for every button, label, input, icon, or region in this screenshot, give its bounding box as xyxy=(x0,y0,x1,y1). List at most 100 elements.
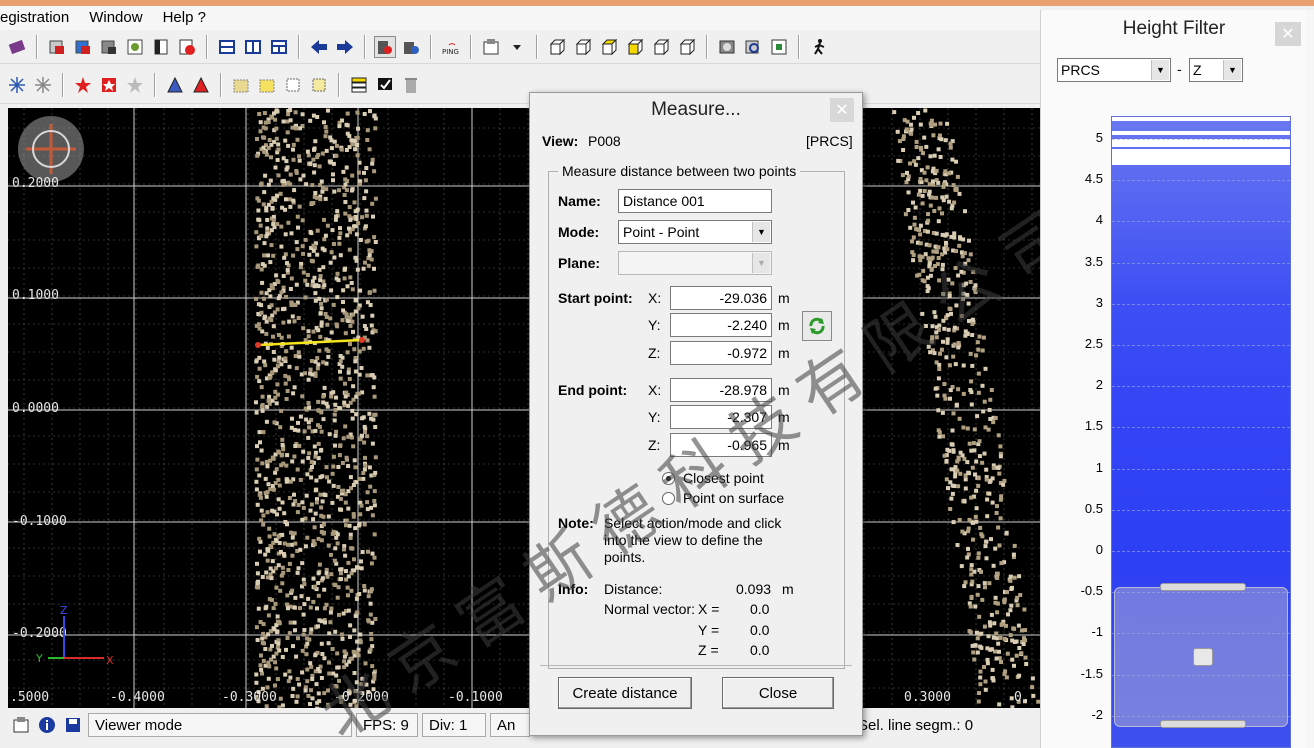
cloud-box-icon[interactable] xyxy=(308,74,330,96)
axis-select[interactable]: Z ▼ xyxy=(1189,58,1243,82)
axis-gizmo-icon: Z X Y xyxy=(34,602,114,672)
walk-mode-icon[interactable] xyxy=(808,36,830,58)
x-tick-label: 0. xyxy=(1014,690,1030,705)
capture-icon[interactable] xyxy=(374,35,396,58)
toolbar-separator xyxy=(430,34,432,59)
create-distance-button[interactable]: Create distance xyxy=(558,677,692,709)
arrow-left-icon[interactable] xyxy=(308,36,330,58)
view-cube-right-icon[interactable] xyxy=(676,36,698,58)
marker-edit-icon[interactable] xyxy=(98,74,120,96)
viewport-canvas[interactable] xyxy=(8,108,1040,708)
cloud-select-icon[interactable] xyxy=(230,74,252,96)
arrow-right-icon[interactable] xyxy=(334,36,356,58)
surface-point-radio[interactable] xyxy=(662,492,675,505)
save-icon[interactable] xyxy=(62,714,84,736)
close-icon[interactable]: ✕ xyxy=(1275,22,1301,46)
height-gap xyxy=(1112,149,1290,165)
start-y-label: Y: xyxy=(648,317,661,333)
marker-add-icon[interactable] xyxy=(72,74,94,96)
height-grid-line xyxy=(1112,303,1290,305)
fit-view-icon[interactable] xyxy=(768,36,790,58)
cloud-filter-icon[interactable] xyxy=(256,74,278,96)
toolbar-separator xyxy=(154,72,156,97)
coord-system-select[interactable]: PRCS ▼ xyxy=(1057,58,1171,82)
start-y-input[interactable]: -2.240 xyxy=(670,313,772,337)
name-input[interactable]: Distance 001 xyxy=(618,189,772,213)
normal-z-value: 0.0 xyxy=(750,642,770,658)
svg-text:Y: Y xyxy=(35,652,43,665)
chevron-down-icon[interactable]: ▼ xyxy=(1151,60,1169,80)
note-label: Note: xyxy=(558,515,594,531)
zoom-view-icon[interactable] xyxy=(742,36,764,58)
point-cloud-viewport[interactable]: 0.2000 0.1000 0.0000 -0.1000 -0.2000 .50… xyxy=(8,108,1040,708)
book-icon[interactable] xyxy=(6,36,28,58)
scan-import-icon[interactable] xyxy=(72,36,94,58)
report-icon[interactable] xyxy=(176,36,198,58)
marker-remove-icon[interactable] xyxy=(124,74,146,96)
scan-export-icon[interactable] xyxy=(98,36,120,58)
layers-icon[interactable] xyxy=(348,74,370,96)
sphere-view-icon[interactable] xyxy=(716,36,738,58)
menu-help[interactable]: Help ? xyxy=(153,6,216,30)
start-x-input[interactable]: -29.036 xyxy=(670,286,772,310)
layout-rows-icon[interactable] xyxy=(216,36,238,58)
x-tick-label: .5000 xyxy=(10,690,50,705)
mode-select-value: Point - Point xyxy=(623,224,700,240)
close-icon[interactable]: ✕ xyxy=(830,98,854,122)
pick-point-icon[interactable] xyxy=(6,74,28,96)
properties-icon[interactable] xyxy=(480,36,502,58)
status-properties-icon[interactable] xyxy=(10,714,32,736)
height-histogram[interactable] xyxy=(1111,116,1291,748)
main-toolbar: PING xyxy=(0,30,1040,64)
start-z-input[interactable]: -0.972 xyxy=(670,341,772,365)
triangle-red-icon[interactable] xyxy=(190,74,212,96)
trash-icon[interactable] xyxy=(400,74,422,96)
pick-multi-icon[interactable] xyxy=(32,74,54,96)
image-icon[interactable] xyxy=(124,36,146,58)
range-top-handle[interactable] xyxy=(1160,583,1246,591)
view-cube-left-icon[interactable] xyxy=(650,36,672,58)
camera-settings-icon[interactable] xyxy=(400,36,422,58)
end-y-input[interactable]: -2.307 xyxy=(670,405,772,429)
range-bottom-handle[interactable] xyxy=(1160,720,1246,728)
height-grid-line xyxy=(1112,345,1290,346)
close-button[interactable]: Close xyxy=(722,677,834,709)
layout-cols-icon[interactable] xyxy=(242,36,264,58)
closest-point-radio[interactable] xyxy=(662,472,675,485)
layout-split-icon[interactable] xyxy=(268,36,290,58)
range-move-handle[interactable] xyxy=(1193,648,1213,666)
plane-select[interactable]: ▼ xyxy=(618,251,772,275)
end-z-input[interactable]: -0.965 xyxy=(670,433,772,457)
chevron-down-icon[interactable]: ▼ xyxy=(752,222,770,242)
menu-registration[interactable]: egistration xyxy=(0,6,79,30)
document-icon[interactable] xyxy=(150,36,172,58)
dropdown-arrow-icon[interactable] xyxy=(506,36,528,58)
height-gap xyxy=(1112,139,1290,147)
triangle-blue-icon[interactable] xyxy=(164,74,186,96)
note-text: Select action/mode and click xyxy=(604,515,782,531)
toolbar-separator xyxy=(36,34,38,59)
height-range-selector[interactable] xyxy=(1114,583,1288,728)
height-tick-label: 1.5 xyxy=(1084,418,1103,434)
scan-open-icon[interactable] xyxy=(46,36,68,58)
ping-icon[interactable]: PING xyxy=(440,36,462,58)
unit-label: m xyxy=(778,345,790,361)
view-cube-front-icon[interactable] xyxy=(546,36,568,58)
swap-points-button[interactable] xyxy=(802,311,832,341)
y-tick-label: -0.1000 xyxy=(12,514,67,529)
height-tick-label: 5 xyxy=(1095,130,1103,145)
flag-icon[interactable] xyxy=(374,74,396,96)
view-cube-back-icon[interactable] xyxy=(572,36,594,58)
view-cube-top-icon[interactable] xyxy=(598,36,620,58)
view-cube-bottom-icon[interactable] xyxy=(624,36,646,58)
dialog-title: Measure... xyxy=(651,99,741,120)
cloud-crop-icon[interactable] xyxy=(282,74,304,96)
end-x-input[interactable]: -28.978 xyxy=(670,378,772,402)
chevron-down-icon[interactable]: ▼ xyxy=(1223,60,1241,80)
mode-select[interactable]: Point - Point ▼ xyxy=(618,220,772,244)
closest-point-label: Closest point xyxy=(683,470,764,486)
info-icon[interactable] xyxy=(36,714,58,736)
height-tick-label: -1.5 xyxy=(1080,665,1103,681)
height-tick-label: 4.5 xyxy=(1084,171,1103,187)
menu-window[interactable]: Window xyxy=(79,6,152,30)
